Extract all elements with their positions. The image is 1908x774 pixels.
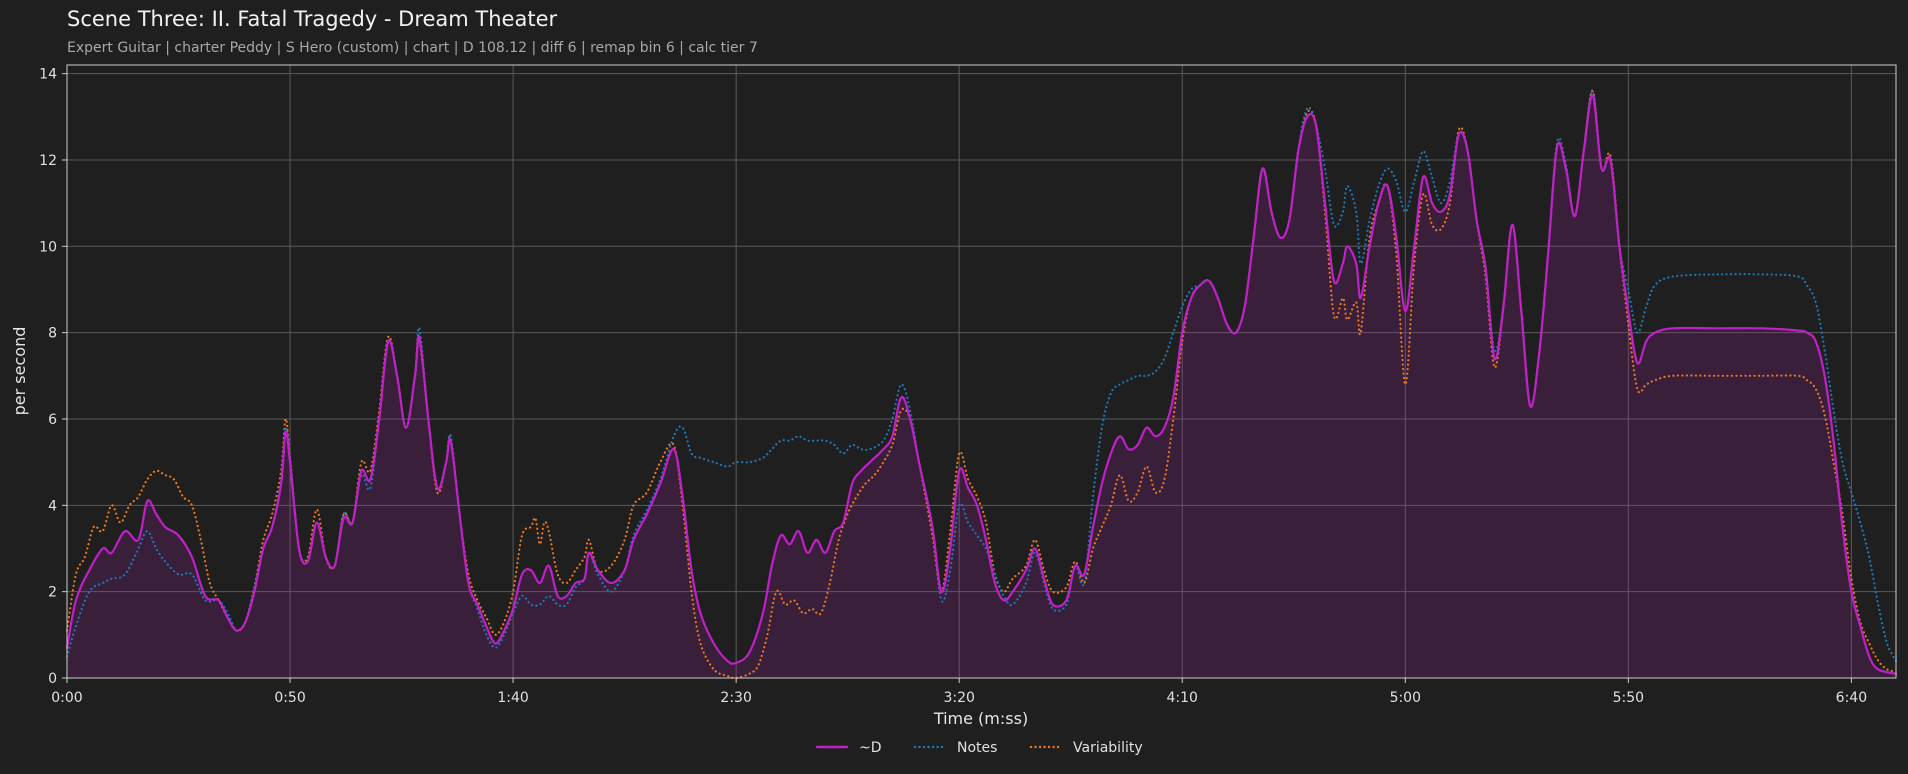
y-tick-label: 14 — [39, 67, 57, 83]
legend-label: Variability — [1073, 740, 1143, 756]
x-tick-label: 1:40 — [497, 690, 528, 706]
y-tick-label: 4 — [48, 498, 57, 514]
x-tick-label: 5:00 — [1390, 690, 1421, 706]
legend-label: Notes — [957, 740, 997, 756]
legend-item-notes: Notes — [913, 740, 997, 756]
y-tick-label: 10 — [39, 239, 57, 255]
legend: ~D Notes Variability — [815, 740, 1143, 756]
y-tick-label: 6 — [48, 412, 57, 428]
chart: 0:00 0:50 1:40 2:30 3:20 4:10 5:00 5:50 6:40 0 2 4… — [10, 64, 1898, 756]
x-axis-label: Time (m:ss) — [933, 709, 1028, 728]
y-tick-label: 0 — [48, 671, 57, 687]
x-tick-label: 3:20 — [943, 690, 974, 706]
legend-label: ~D — [859, 740, 882, 756]
x-tick-label: 2:30 — [720, 690, 751, 706]
x-tick-label: 0:50 — [274, 690, 305, 706]
x-tick-label: 5:50 — [1613, 690, 1644, 706]
legend-item-variability: Variability — [1029, 740, 1143, 756]
y-tick-label: 2 — [48, 585, 57, 601]
x-tick-label: 6:40 — [1836, 690, 1867, 706]
legend-item-d: ~D — [815, 740, 882, 756]
y-axis: 0 2 4 6 8 10 12 14 — [39, 67, 67, 687]
y-tick-label: 8 — [48, 326, 57, 342]
x-tick-label: 0:00 — [51, 690, 82, 706]
x-axis: 0:00 0:50 1:40 2:30 3:20 4:10 5:00 5:50 6:40 — [51, 678, 1867, 706]
y-tick-label: 12 — [39, 153, 57, 169]
y-axis-label: per second — [10, 327, 29, 416]
x-tick-label: 4:10 — [1167, 690, 1198, 706]
